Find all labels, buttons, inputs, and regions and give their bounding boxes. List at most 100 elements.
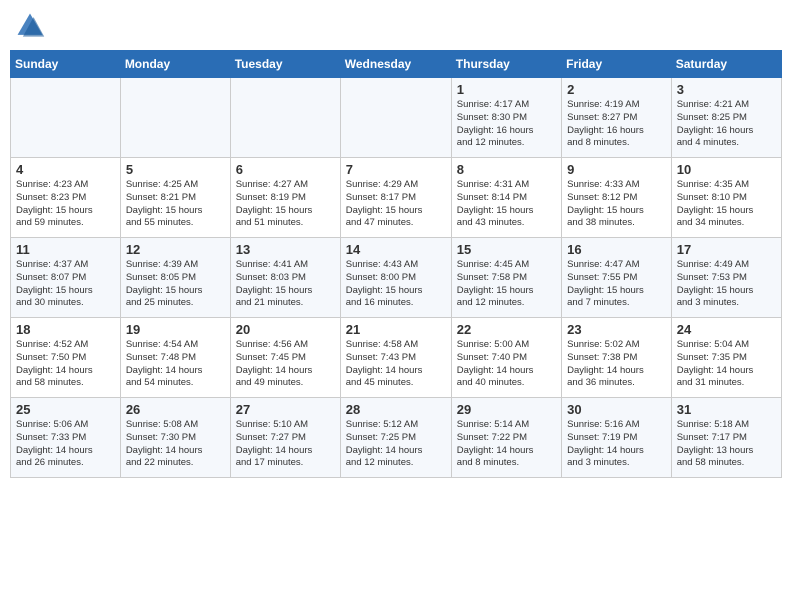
col-header-friday: Friday (562, 51, 672, 78)
day-number: 9 (567, 162, 666, 177)
day-info: Sunrise: 4:49 AM Sunset: 7:53 PM Dayligh… (677, 259, 776, 310)
day-cell: 6Sunrise: 4:27 AM Sunset: 8:19 PM Daylig… (230, 158, 340, 238)
day-cell: 16 Sunrise: 4:47 AM Sunset: 7:55 PM Dayli… (562, 238, 672, 318)
day-cell: 19 Sunrise: 4:54 AM Sunset: 7:48 PM Dayli… (120, 318, 230, 398)
day-info: Sunrise: 4:54 AM Sunset: 7:48 PM Dayligh… (126, 339, 225, 390)
day-info: Sunrise: 5:08 AM Sunset: 7:30 PM Dayligh… (126, 419, 225, 470)
day-cell: 10Sunrise: 4:35 AM Sunset: 8:10 PM Dayli… (671, 158, 781, 238)
day-info: Sunrise: 5:14 AM Sunset: 7:22 PM Dayligh… (457, 419, 556, 470)
day-info: Sunrise: 5:12 AM Sunset: 7:25 PM Dayligh… (346, 419, 446, 470)
day-cell: 25 Sunrise: 5:06 AM Sunset: 7:33 PM Dayli… (11, 398, 121, 478)
day-number: 21 (346, 322, 446, 337)
week-row-4: 18 Sunrise: 4:52 AM Sunset: 7:50 PM Dayli… (11, 318, 782, 398)
day-cell: 14 Sunrise: 4:43 AM Sunset: 8:00 PM Dayli… (340, 238, 451, 318)
day-cell (11, 78, 121, 158)
day-number: 26 (126, 402, 225, 417)
day-cell: 2 Sunrise: 4:19 AM Sunset: 8:27 PM Daylig… (562, 78, 672, 158)
day-cell: 29 Sunrise: 5:14 AM Sunset: 7:22 PM Dayli… (451, 398, 561, 478)
day-info: Sunrise: 5:16 AM Sunset: 7:19 PM Dayligh… (567, 419, 666, 470)
day-info: Sunrise: 4:56 AM Sunset: 7:45 PM Dayligh… (236, 339, 335, 390)
day-number: 22 (457, 322, 556, 337)
day-info: Sunrise: 4:25 AM Sunset: 8:21 PM Dayligh… (126, 179, 225, 230)
day-cell: 27 Sunrise: 5:10 AM Sunset: 7:27 PM Dayli… (230, 398, 340, 478)
day-number: 5 (126, 162, 225, 177)
day-info: Sunrise: 4:39 AM Sunset: 8:05 PM Dayligh… (126, 259, 225, 310)
day-cell: 24 Sunrise: 5:04 AM Sunset: 7:35 PM Dayli… (671, 318, 781, 398)
day-number: 27 (236, 402, 335, 417)
header-row: SundayMondayTuesdayWednesdayThursdayFrid… (11, 51, 782, 78)
day-info: Sunrise: 4:19 AM Sunset: 8:27 PM Dayligh… (567, 99, 666, 150)
day-number: 23 (567, 322, 666, 337)
day-number: 24 (677, 322, 776, 337)
day-number: 14 (346, 242, 446, 257)
day-cell: 7Sunrise: 4:29 AM Sunset: 8:17 PM Daylig… (340, 158, 451, 238)
day-cell: 26 Sunrise: 5:08 AM Sunset: 7:30 PM Dayli… (120, 398, 230, 478)
day-cell: 28 Sunrise: 5:12 AM Sunset: 7:25 PM Dayli… (340, 398, 451, 478)
col-header-saturday: Saturday (671, 51, 781, 78)
day-number: 13 (236, 242, 335, 257)
day-cell: 1 Sunrise: 4:17 AM Sunset: 8:30 PM Daylig… (451, 78, 561, 158)
day-cell (340, 78, 451, 158)
col-header-tuesday: Tuesday (230, 51, 340, 78)
day-info: Sunrise: 4:45 AM Sunset: 7:58 PM Dayligh… (457, 259, 556, 310)
day-number: 29 (457, 402, 556, 417)
day-number: 17 (677, 242, 776, 257)
day-cell: 31 Sunrise: 5:18 AM Sunset: 7:17 PM Dayli… (671, 398, 781, 478)
day-info: Sunrise: 4:41 AM Sunset: 8:03 PM Dayligh… (236, 259, 335, 310)
day-number: 28 (346, 402, 446, 417)
day-cell: 4Sunrise: 4:23 AM Sunset: 8:23 PM Daylig… (11, 158, 121, 238)
page-header (10, 10, 782, 42)
day-cell: 17 Sunrise: 4:49 AM Sunset: 7:53 PM Dayli… (671, 238, 781, 318)
day-cell: 18 Sunrise: 4:52 AM Sunset: 7:50 PM Dayli… (11, 318, 121, 398)
day-number: 10 (677, 162, 776, 177)
calendar-table: SundayMondayTuesdayWednesdayThursdayFrid… (10, 50, 782, 478)
week-row-5: 25 Sunrise: 5:06 AM Sunset: 7:33 PM Dayli… (11, 398, 782, 478)
day-number: 19 (126, 322, 225, 337)
day-info: Sunrise: 4:23 AM Sunset: 8:23 PM Dayligh… (16, 179, 115, 230)
day-info: Sunrise: 4:21 AM Sunset: 8:25 PM Dayligh… (677, 99, 776, 150)
day-number: 8 (457, 162, 556, 177)
day-number: 20 (236, 322, 335, 337)
day-cell (230, 78, 340, 158)
day-info: Sunrise: 4:33 AM Sunset: 8:12 PM Dayligh… (567, 179, 666, 230)
day-cell: 3 Sunrise: 4:21 AM Sunset: 8:25 PM Daylig… (671, 78, 781, 158)
logo-icon (14, 10, 46, 42)
day-cell: 8 Sunrise: 4:31 AM Sunset: 8:14 PM Daylig… (451, 158, 561, 238)
day-info: Sunrise: 5:00 AM Sunset: 7:40 PM Dayligh… (457, 339, 556, 390)
day-number: 11 (16, 242, 115, 257)
day-info: Sunrise: 4:58 AM Sunset: 7:43 PM Dayligh… (346, 339, 446, 390)
day-number: 16 (567, 242, 666, 257)
day-info: Sunrise: 4:43 AM Sunset: 8:00 PM Dayligh… (346, 259, 446, 310)
day-number: 2 (567, 82, 666, 97)
week-row-2: 4Sunrise: 4:23 AM Sunset: 8:23 PM Daylig… (11, 158, 782, 238)
day-cell: 15 Sunrise: 4:45 AM Sunset: 7:58 PM Dayli… (451, 238, 561, 318)
day-cell: 12 Sunrise: 4:39 AM Sunset: 8:05 PM Dayli… (120, 238, 230, 318)
day-number: 25 (16, 402, 115, 417)
day-number: 3 (677, 82, 776, 97)
day-info: Sunrise: 5:10 AM Sunset: 7:27 PM Dayligh… (236, 419, 335, 470)
day-info: Sunrise: 4:29 AM Sunset: 8:17 PM Dayligh… (346, 179, 446, 230)
day-number: 31 (677, 402, 776, 417)
day-number: 15 (457, 242, 556, 257)
week-row-3: 11 Sunrise: 4:37 AM Sunset: 8:07 PM Dayli… (11, 238, 782, 318)
day-info: Sunrise: 4:47 AM Sunset: 7:55 PM Dayligh… (567, 259, 666, 310)
col-header-wednesday: Wednesday (340, 51, 451, 78)
day-info: Sunrise: 4:17 AM Sunset: 8:30 PM Dayligh… (457, 99, 556, 150)
day-cell: 22 Sunrise: 5:00 AM Sunset: 7:40 PM Dayli… (451, 318, 561, 398)
day-number: 18 (16, 322, 115, 337)
day-number: 12 (126, 242, 225, 257)
day-number: 6 (236, 162, 335, 177)
day-info: Sunrise: 5:06 AM Sunset: 7:33 PM Dayligh… (16, 419, 115, 470)
day-info: Sunrise: 4:31 AM Sunset: 8:14 PM Dayligh… (457, 179, 556, 230)
day-cell: 21 Sunrise: 4:58 AM Sunset: 7:43 PM Dayli… (340, 318, 451, 398)
week-row-1: 1 Sunrise: 4:17 AM Sunset: 8:30 PM Daylig… (11, 78, 782, 158)
day-info: Sunrise: 4:37 AM Sunset: 8:07 PM Dayligh… (16, 259, 115, 310)
day-info: Sunrise: 5:04 AM Sunset: 7:35 PM Dayligh… (677, 339, 776, 390)
day-cell: 23 Sunrise: 5:02 AM Sunset: 7:38 PM Dayli… (562, 318, 672, 398)
day-cell: 20 Sunrise: 4:56 AM Sunset: 7:45 PM Dayli… (230, 318, 340, 398)
day-info: Sunrise: 5:02 AM Sunset: 7:38 PM Dayligh… (567, 339, 666, 390)
day-cell: 11 Sunrise: 4:37 AM Sunset: 8:07 PM Dayli… (11, 238, 121, 318)
day-number: 1 (457, 82, 556, 97)
day-info: Sunrise: 4:52 AM Sunset: 7:50 PM Dayligh… (16, 339, 115, 390)
day-info: Sunrise: 5:18 AM Sunset: 7:17 PM Dayligh… (677, 419, 776, 470)
